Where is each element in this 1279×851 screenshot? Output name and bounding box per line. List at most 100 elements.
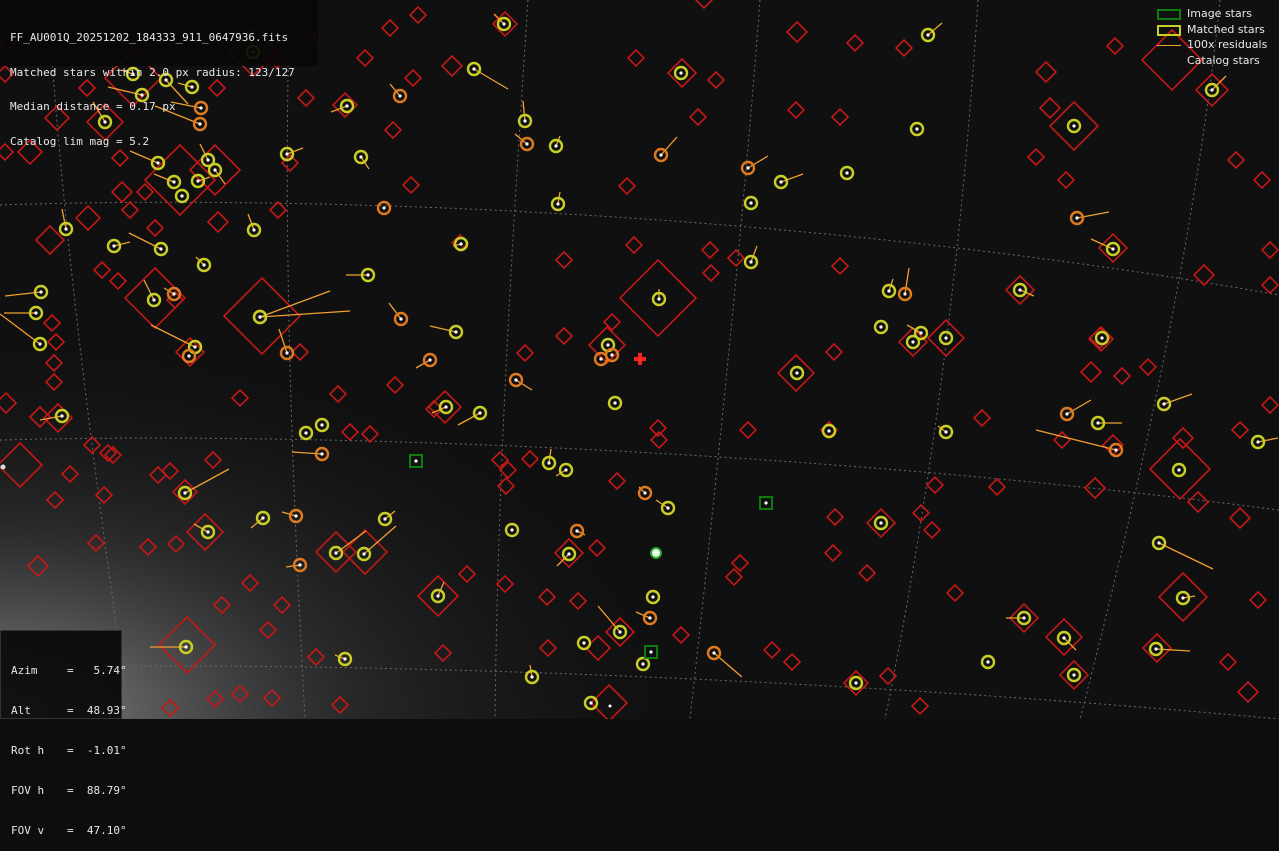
- plot-legend: Image stars Matched stars 100x residuals…: [1153, 0, 1279, 74]
- star-dot: [436, 594, 440, 598]
- star-dot: [184, 645, 188, 649]
- star-dot: [795, 371, 799, 375]
- star-dot: [1210, 88, 1214, 92]
- matched-star-swatch-icon: [1157, 25, 1181, 36]
- matched-stars-text: Matched stars within 2.0 px radius: 123/…: [10, 65, 295, 79]
- star-dot: [510, 528, 514, 532]
- star-dot: [252, 228, 256, 232]
- star-dot: [712, 651, 716, 655]
- star-dot: [606, 343, 610, 347]
- star-dot: [911, 340, 915, 344]
- legend-matched-stars: Matched stars: [1153, 22, 1279, 38]
- star-dot: [610, 353, 614, 357]
- star-dot: [608, 704, 612, 708]
- star-dot: [903, 292, 907, 296]
- star-dot: [514, 378, 518, 382]
- star-dot: [202, 263, 206, 267]
- star-dot: [345, 104, 349, 108]
- star-dot: [1162, 402, 1166, 406]
- star-dot: [879, 325, 883, 329]
- star-dot: [206, 158, 210, 162]
- star-dot: [172, 180, 176, 184]
- fovh-row: FOV h = 88.79°: [11, 784, 127, 797]
- star-dot: [1157, 541, 1161, 545]
- star-dot: [156, 161, 160, 165]
- star-dot: [414, 459, 418, 463]
- star-dot: [887, 289, 891, 293]
- star-dot: [599, 357, 603, 361]
- star-dot: [641, 662, 645, 666]
- star-dot: [944, 336, 948, 340]
- star-dot: [398, 94, 402, 98]
- star-dot: [383, 517, 387, 521]
- star-dot: [556, 202, 560, 206]
- star-dot: [183, 491, 187, 495]
- star-dot: [152, 298, 156, 302]
- star-dot: [618, 630, 622, 634]
- star-dot: [1065, 412, 1069, 416]
- fit-info-panel: FF_AU001Q_20251202_184333_911_0647936.fi…: [0, 0, 318, 147]
- residual-swatch-icon: [1157, 45, 1181, 46]
- star-dot: [343, 657, 347, 661]
- star-dot: [613, 401, 617, 405]
- star-dot: [1072, 673, 1076, 677]
- star-dot: [659, 153, 663, 157]
- star-dot: [643, 491, 647, 495]
- star-dot: [1072, 124, 1076, 128]
- star-dot: [206, 530, 210, 534]
- star-dot: [523, 119, 527, 123]
- star-dot: [589, 701, 593, 705]
- star-dot: [196, 179, 200, 183]
- star-dot: [459, 242, 463, 246]
- star-dot: [478, 411, 482, 415]
- star-dot: [60, 414, 64, 418]
- legend-residuals-label: 100x residuals: [1187, 38, 1268, 51]
- bright-star: [650, 547, 662, 559]
- legend-image-stars: Image stars: [1153, 6, 1279, 22]
- star-dot: [359, 155, 363, 159]
- image-star-swatch-icon: [1157, 9, 1181, 20]
- star-dot: [472, 67, 476, 71]
- pointing-info-panel: Azim = 5.74° Alt = 48.93° Rot h = -1.01° FO…: [0, 630, 127, 837]
- star-dot: [172, 292, 176, 296]
- star-dot: [502, 22, 506, 26]
- star-dot: [657, 297, 661, 301]
- star-dot: [382, 206, 386, 210]
- star-dot: [879, 521, 883, 525]
- star-dot: [34, 311, 38, 315]
- star-dot: [1256, 440, 1260, 444]
- star-dot: [575, 529, 579, 533]
- star-dot: [334, 551, 338, 555]
- star-dot: [1022, 616, 1026, 620]
- star-dot: [666, 506, 670, 510]
- star-dot: [1075, 216, 1079, 220]
- catalog-limit-text: Catalog lim mag = 5.2: [10, 134, 150, 148]
- star-dot: [944, 430, 948, 434]
- star-dot: [651, 595, 655, 599]
- star-dot: [919, 331, 923, 335]
- star-dot: [362, 552, 366, 556]
- legend-catalog-stars: Catalog stars: [1153, 53, 1279, 69]
- star-dot: [746, 166, 750, 170]
- star-dot: [679, 71, 683, 75]
- star-dot: [454, 330, 458, 334]
- star-dot: [193, 345, 197, 349]
- star-dot: [1181, 596, 1185, 600]
- cross-vertical: [638, 353, 642, 365]
- fovv-row: FOV v = 47.10°: [11, 824, 127, 837]
- star-dot: [567, 552, 571, 556]
- star-dot: [159, 247, 163, 251]
- star-dot: [39, 290, 43, 294]
- star-dot: [38, 342, 42, 346]
- star-dot: [845, 171, 849, 175]
- star-dot: [582, 641, 586, 645]
- star-dot: [926, 33, 930, 37]
- star-dot: [213, 168, 217, 172]
- star-dot: [261, 516, 265, 520]
- star-dot: [294, 514, 298, 518]
- star-dot: [187, 354, 191, 358]
- star-dot: [112, 244, 116, 248]
- star-dot: [366, 273, 370, 277]
- edge-star: [0, 464, 6, 470]
- star-dot: [428, 358, 432, 362]
